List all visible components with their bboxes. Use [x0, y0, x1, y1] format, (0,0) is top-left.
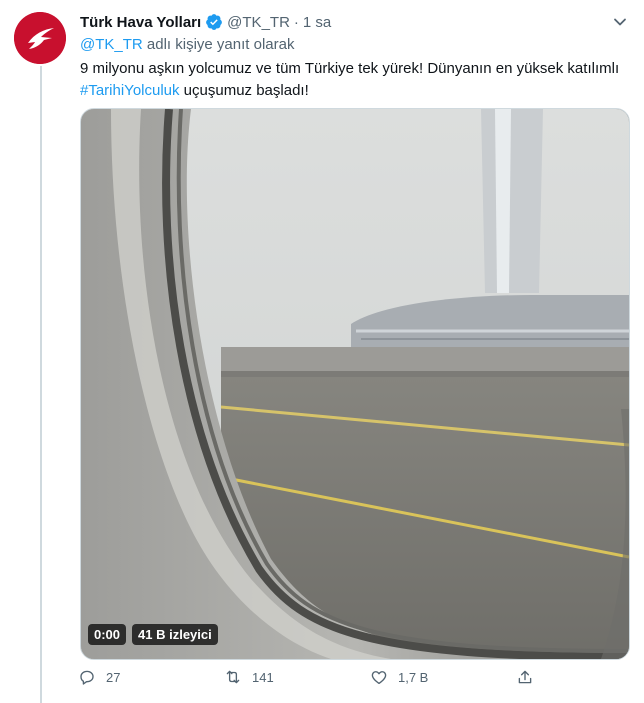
reply-context: @TK_TR adlı kişiye yanıt olarak — [80, 36, 294, 53]
video-player[interactable] — [80, 108, 630, 660]
thread-connector-line — [40, 66, 42, 703]
reply-button[interactable]: 27 — [78, 668, 120, 686]
like-button[interactable]: 1,7 B — [370, 668, 428, 686]
more-options-button[interactable] — [610, 12, 630, 32]
video-thumbnail — [81, 109, 629, 659]
reply-mention-link[interactable]: @TK_TR — [80, 36, 143, 53]
verified-badge-icon — [205, 13, 223, 31]
tweet-text: 9 milyonu aşkın yolcumuz ve tüm Türkiye … — [80, 58, 635, 102]
tweet-timestamp[interactable]: 1 sa — [303, 14, 331, 31]
like-count: 1,7 B — [398, 669, 429, 685]
tweet-text-part2: uçuşumuz başladı! — [179, 82, 309, 99]
avatar[interactable] — [14, 12, 66, 64]
tweet[interactable]: Türk Hava Yolları @TK_TR · 1 sa @TK_TR a… — [0, 0, 644, 703]
share-icon — [518, 670, 532, 684]
reply-icon — [80, 670, 94, 685]
tweet-actions-bar: 27 141 1,7 B — [78, 668, 558, 692]
author-handle[interactable]: @TK_TR — [227, 14, 290, 31]
author-name[interactable]: Türk Hava Yolları — [80, 14, 201, 31]
tweet-header: Türk Hava Yolları @TK_TR · 1 sa — [80, 12, 331, 32]
turkish-airlines-logo — [14, 12, 66, 64]
tweet-text-part1: 9 milyonu aşkın yolcumuz ve tüm Türkiye … — [80, 60, 620, 77]
retweet-button[interactable]: 141 — [224, 668, 274, 686]
reply-context-text: adlı kişiye yanıt olarak — [142, 36, 295, 53]
reply-count: 27 — [106, 669, 121, 685]
retweet-count: 141 — [252, 669, 274, 685]
share-button[interactable] — [516, 668, 534, 686]
video-overlay: 0:00 41 B izleyici — [88, 624, 218, 645]
separator-dot: · — [293, 13, 299, 31]
video-time: 0:00 — [88, 624, 127, 645]
heart-icon — [371, 671, 387, 685]
chevron-down-icon — [614, 18, 626, 26]
video-views: 41 B izleyici — [132, 624, 218, 645]
retweet-icon — [226, 670, 240, 684]
hashtag-link[interactable]: #TarihiYolculuk — [80, 82, 180, 99]
